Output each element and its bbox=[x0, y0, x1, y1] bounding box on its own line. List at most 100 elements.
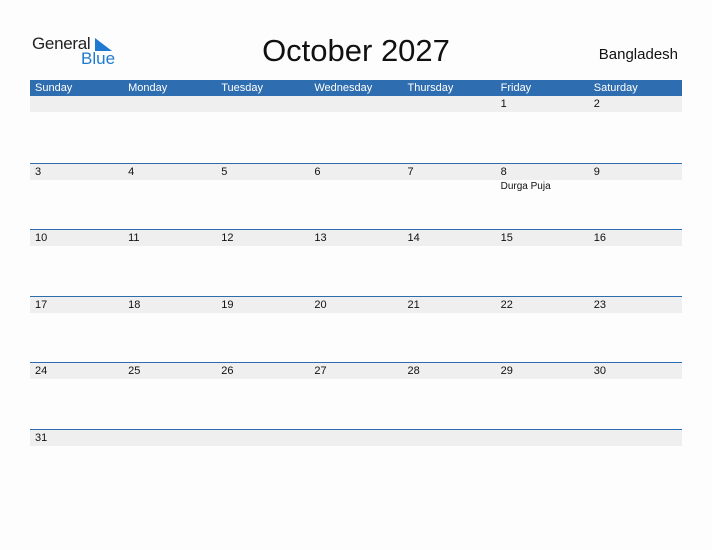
day-cell bbox=[402, 429, 496, 446]
day-cell: 9 bbox=[588, 163, 682, 230]
weekday-monday: Monday bbox=[128, 82, 168, 94]
day-cell: 25 bbox=[123, 363, 217, 429]
day-cell: 7 bbox=[402, 163, 496, 230]
day-cell: 8 Durga Puja bbox=[495, 163, 589, 230]
day-cell: 4 bbox=[123, 163, 217, 230]
day-number bbox=[402, 96, 496, 112]
day-cell: 13 bbox=[309, 230, 403, 296]
week-row: 12 bbox=[30, 96, 682, 163]
day-cell: 12 bbox=[216, 230, 310, 296]
day-number bbox=[216, 429, 310, 446]
week-row: 17 18 19 20 21 22 23 bbox=[30, 295, 682, 363]
weekday-wednesday: Wednesday bbox=[314, 82, 373, 94]
day-number: 6 bbox=[309, 163, 403, 180]
weekday-tuesday: Tuesday bbox=[221, 82, 264, 94]
week-row: 3 4 5 6 7 8 Durga Puja 9 bbox=[30, 162, 682, 230]
week-row: 24 25 26 27 28 29 30 bbox=[30, 362, 682, 429]
day-number: 9 bbox=[588, 163, 682, 180]
day-cell: 27 bbox=[309, 363, 403, 429]
day-number: 16 bbox=[588, 230, 682, 247]
day-number: 5 bbox=[216, 163, 310, 180]
day-cell: 22 bbox=[495, 296, 589, 363]
day-number: 24 bbox=[30, 363, 124, 380]
day-cell: 31 bbox=[30, 429, 124, 446]
day-number bbox=[30, 96, 124, 112]
day-number: 18 bbox=[123, 296, 217, 313]
day-cell bbox=[309, 96, 403, 163]
day-cell: 1 bbox=[495, 96, 589, 163]
week-row: 10 11 12 13 14 15 16 bbox=[30, 229, 682, 296]
day-cell bbox=[123, 96, 217, 163]
day-number: 3 bbox=[30, 163, 124, 180]
day-cell: 28 bbox=[402, 363, 496, 429]
day-cell: 11 bbox=[123, 230, 217, 296]
day-number: 28 bbox=[402, 363, 496, 380]
day-cell bbox=[402, 96, 496, 163]
day-cell: 2 bbox=[588, 96, 682, 163]
weekday-header: Sunday Monday Tuesday Wednesday Thursday… bbox=[30, 80, 682, 96]
day-cell: 3 bbox=[30, 163, 124, 230]
day-cell bbox=[495, 429, 589, 446]
day-number bbox=[588, 429, 682, 446]
day-number: 4 bbox=[123, 163, 217, 180]
calendar-grid: Sunday Monday Tuesday Wednesday Thursday… bbox=[30, 80, 682, 446]
day-cell bbox=[309, 429, 403, 446]
week-row: 31 bbox=[30, 428, 682, 446]
day-number: 2 bbox=[588, 96, 682, 112]
day-number bbox=[495, 429, 589, 446]
day-cell: 14 bbox=[402, 230, 496, 296]
day-cell bbox=[30, 96, 124, 163]
day-cell: 10 bbox=[30, 230, 124, 296]
day-number bbox=[402, 429, 496, 446]
day-cell: 17 bbox=[30, 296, 124, 363]
day-number: 7 bbox=[402, 163, 496, 180]
weekday-friday: Friday bbox=[500, 82, 532, 94]
day-number: 25 bbox=[123, 363, 217, 380]
day-number: 21 bbox=[402, 296, 496, 313]
weekday-saturday: Saturday bbox=[593, 82, 638, 94]
day-number bbox=[123, 96, 217, 112]
day-cell: 23 bbox=[588, 296, 682, 363]
day-cell bbox=[588, 429, 682, 446]
day-number: 22 bbox=[495, 296, 589, 313]
day-cell: 6 bbox=[309, 163, 403, 230]
day-number: 15 bbox=[495, 230, 589, 247]
day-number: 26 bbox=[216, 363, 310, 380]
day-number bbox=[309, 429, 403, 446]
day-cell: 30 bbox=[588, 363, 682, 429]
day-number bbox=[309, 96, 403, 112]
day-cell: 16 bbox=[588, 230, 682, 296]
weeks-container: 1 2 3 4 5 6 7 8 Durga Puja 9 10 11 12 13 14 15 16 17 18 19 2… bbox=[30, 96, 682, 446]
day-cell: 15 bbox=[495, 230, 589, 296]
day-cell: 26 bbox=[216, 363, 310, 429]
day-number: 1 bbox=[495, 96, 589, 112]
day-number bbox=[216, 96, 310, 112]
day-cell bbox=[216, 429, 310, 446]
day-number: 30 bbox=[588, 363, 682, 380]
day-number: 12 bbox=[216, 230, 310, 247]
day-cell: 21 bbox=[402, 296, 496, 363]
day-number: 14 bbox=[402, 230, 496, 247]
day-number: 13 bbox=[309, 230, 403, 247]
country-label: Bangladesh bbox=[598, 46, 678, 63]
weekday-thursday: Thursday bbox=[407, 82, 454, 94]
day-cell: 18 bbox=[123, 296, 217, 363]
day-cell: 19 bbox=[216, 296, 310, 363]
weekday-sunday: Sunday bbox=[35, 82, 73, 94]
day-cell: 5 bbox=[216, 163, 310, 230]
day-number: 29 bbox=[495, 363, 589, 380]
day-number: 11 bbox=[123, 230, 217, 247]
day-number: 17 bbox=[30, 296, 124, 313]
day-number: 8 bbox=[495, 163, 589, 180]
day-cell: 29 bbox=[495, 363, 589, 429]
day-cell bbox=[216, 96, 310, 163]
day-number: 23 bbox=[588, 296, 682, 313]
day-cell bbox=[123, 429, 217, 446]
day-cell: 24 bbox=[30, 363, 124, 429]
day-cell: 20 bbox=[309, 296, 403, 363]
day-number: 31 bbox=[30, 429, 124, 446]
day-number: 19 bbox=[216, 296, 310, 313]
day-number: 10 bbox=[30, 230, 124, 247]
holiday-label: Durga Puja bbox=[500, 180, 551, 192]
day-number bbox=[123, 429, 217, 446]
